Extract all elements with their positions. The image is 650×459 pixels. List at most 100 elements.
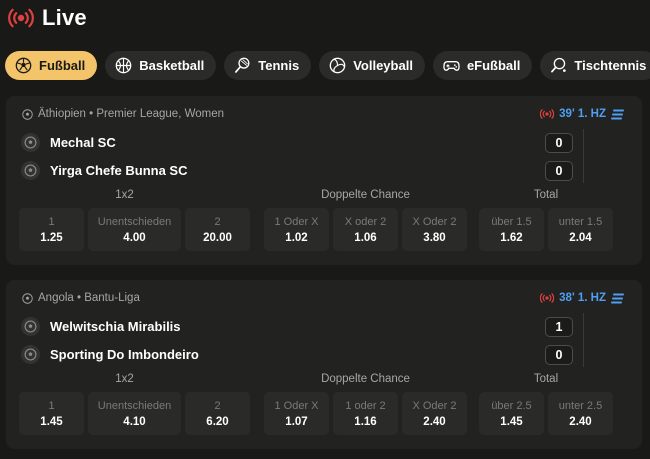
statistics-icon[interactable] [611, 293, 624, 304]
odds-label: X oder 2 [344, 215, 387, 228]
league-info: Äthiopien • Premier League, Women [22, 107, 224, 121]
volleyball-icon [329, 57, 346, 74]
tab-label: Tennis [258, 58, 300, 73]
odds-value: 3.80 [423, 231, 446, 244]
odds-value: 1.16 [354, 415, 377, 428]
match-card[interactable]: Angola • Bantu-Liga 38' 1. HZ Welwitschi… [6, 280, 642, 449]
match-card[interactable]: Äthiopien • Premier League, Women 39' 1.… [6, 96, 642, 265]
live-signal-icon [540, 293, 555, 303]
odds-label: Unentschieden [97, 215, 172, 228]
odds-button[interactable]: 2 20.00 [185, 208, 250, 251]
basketball-icon [115, 57, 132, 74]
odds-label: Unentschieden [97, 399, 172, 412]
tab-label: eFußball [466, 58, 521, 73]
odds-button[interactable]: Unentschieden 4.00 [88, 208, 181, 251]
odds-button[interactable]: 1 1.45 [19, 392, 84, 435]
league-name: Äthiopien • Premier League, Women [38, 108, 224, 120]
odds-button[interactable]: 1 oder 2 1.16 [333, 392, 398, 435]
odds-button[interactable]: 1 Oder X 1.07 [264, 392, 329, 435]
team-logo-icon [21, 132, 40, 152]
market-title-total: Total [533, 189, 559, 201]
odds-button[interactable]: X oder 2 1.06 [333, 208, 398, 251]
odds-value: 1.02 [285, 231, 308, 244]
odds-label: 1 Oder X [274, 215, 319, 228]
page-header: Live [8, 4, 87, 32]
live-signal-icon [540, 109, 555, 119]
tab-fussball[interactable]: Fußball [5, 51, 98, 80]
divider [583, 313, 584, 367]
tab-label: Fußball [39, 58, 86, 73]
tennis-racket-icon [235, 57, 250, 73]
odds-value: 4.10 [123, 415, 146, 428]
odds-value: 2.04 [569, 231, 592, 244]
odds-value: 1.45 [500, 415, 523, 428]
tab-tennis[interactable]: Tennis [224, 51, 312, 80]
odds-button[interactable]: 1 Oder X 1.02 [264, 208, 329, 251]
odds-label: 1 [48, 399, 55, 412]
odds-value: 1.25 [40, 231, 63, 244]
tab-efussball[interactable]: eFußball [432, 51, 533, 80]
statistics-icon[interactable] [611, 109, 624, 120]
odds-value: 1.62 [500, 231, 523, 244]
odds-button[interactable]: X Oder 2 2.40 [402, 392, 467, 435]
match-time: 38' 1. HZ [559, 292, 606, 304]
market-title-total: Total [533, 373, 559, 385]
odds-button[interactable]: X Oder 2 3.80 [402, 208, 467, 251]
odds-value: 2.40 [423, 415, 446, 428]
odds-button[interactable]: über 2.5 1.45 [479, 392, 544, 435]
team-name: Sporting Do Imbondeiro [50, 346, 199, 362]
odds-value: 4.00 [123, 231, 146, 244]
odds-value: 1.07 [285, 415, 308, 428]
broadcast-icon [8, 8, 34, 28]
home-score: 0 [545, 133, 573, 153]
odds-button[interactable]: unter 2.5 2.40 [548, 392, 613, 435]
league-name: Angola • Bantu-Liga [38, 292, 140, 304]
home-team: Mechal SC [21, 131, 116, 153]
odds-label: 1 [48, 215, 55, 228]
odds-label: X Oder 2 [412, 399, 457, 412]
odds-button[interactable]: 2 6.20 [185, 392, 250, 435]
odds-label: 2 [214, 215, 221, 228]
team-logo-icon [21, 160, 40, 180]
match-time: 39' 1. HZ [559, 108, 606, 120]
sport-tabs: Fußball Basketball Tennis Volleyball eFu… [5, 51, 650, 81]
market-title-1x2: 1x2 [115, 373, 134, 385]
tab-label: Tischtennis [574, 58, 647, 73]
table-tennis-icon [551, 57, 567, 73]
odds-value: 2.40 [569, 415, 592, 428]
odds-button[interactable]: über 1.5 1.62 [479, 208, 544, 251]
soccer-ball-icon [15, 57, 32, 74]
away-team: Yirga Chefe Bunna SC [21, 159, 187, 181]
home-team: Welwitschia Mirabilis [21, 315, 181, 337]
away-score: 0 [545, 345, 573, 365]
team-name: Mechal SC [50, 134, 116, 150]
odds-button[interactable]: 1 1.25 [19, 208, 84, 251]
team-logo-icon [21, 316, 40, 336]
tab-basketball[interactable]: Basketball [105, 51, 217, 80]
odds-label: 1 oder 2 [345, 399, 386, 412]
odds-button[interactable]: Unentschieden 4.10 [88, 392, 181, 435]
gamepad-icon [443, 61, 460, 71]
live-time: 39' 1. HZ [540, 106, 624, 122]
odds-value: 6.20 [206, 415, 229, 428]
tab-label: Basketball [139, 58, 205, 73]
divider [583, 129, 584, 183]
odds-label: unter 2.5 [558, 399, 603, 412]
odds-value: 1.45 [40, 415, 63, 428]
soccer-ball-icon [22, 292, 33, 304]
odds-label: X Oder 2 [412, 215, 457, 228]
odds-value: 20.00 [203, 231, 232, 244]
tab-volleyball[interactable]: Volleyball [319, 51, 425, 80]
page-title: Live [42, 5, 87, 30]
market-title-1x2: 1x2 [115, 189, 134, 201]
odds-label: unter 1.5 [558, 215, 603, 228]
league-info: Angola • Bantu-Liga [22, 291, 140, 305]
tab-label: Volleyball [353, 58, 413, 73]
odds-label: über 2.5 [491, 399, 532, 412]
live-time: 38' 1. HZ [540, 290, 624, 306]
tab-tischtennis[interactable]: Tischtennis [540, 51, 650, 80]
market-title-double-chance: Doppelte Chance [321, 189, 410, 201]
team-name: Yirga Chefe Bunna SC [50, 162, 188, 178]
odds-button[interactable]: unter 1.5 2.04 [548, 208, 613, 251]
odds-value: 1.06 [354, 231, 377, 244]
